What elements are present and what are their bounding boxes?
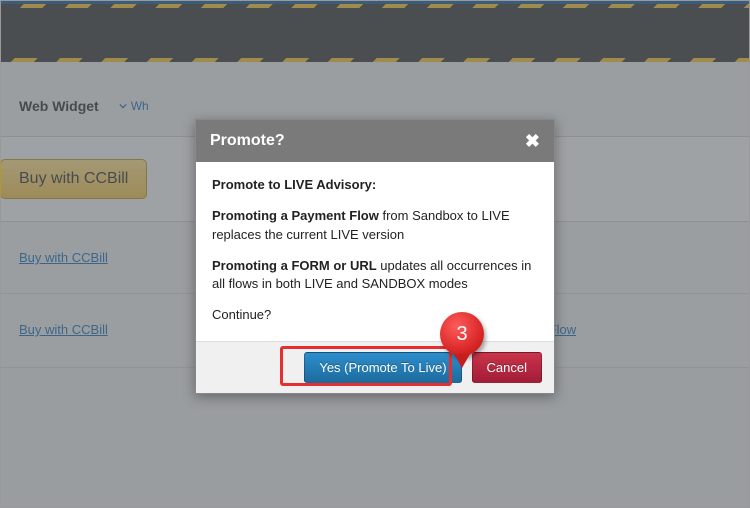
cancel-button[interactable]: Cancel (472, 352, 542, 383)
dialog-title: Promote? (210, 132, 285, 150)
modal-overlay: Promote? ✖ Promote to LIVE Advisory: Pro… (1, 1, 749, 507)
close-icon[interactable]: ✖ (525, 132, 540, 150)
callout-number: 3 (456, 323, 467, 346)
annotation-callout: 3 (440, 312, 484, 356)
advisory-paragraph-2: Promoting a FORM or URL updates all occu… (212, 257, 538, 295)
para1-strong: Promoting a Payment Flow (212, 208, 379, 223)
advisory-paragraph-1: Promoting a Payment Flow from Sandbox to… (212, 207, 538, 245)
advisory-heading: Promote to LIVE Advisory: (212, 177, 376, 192)
confirm-question: Continue? (212, 306, 538, 325)
yes-promote-button[interactable]: Yes (Promote To Live) (304, 352, 461, 383)
dialog-header: Promote? ✖ (196, 120, 554, 162)
dialog-body: Promote to LIVE Advisory: Promoting a Pa… (196, 162, 554, 341)
promote-dialog: Promote? ✖ Promote to LIVE Advisory: Pro… (195, 119, 555, 394)
dialog-footer: Yes (Promote To Live) Cancel (196, 341, 554, 393)
para2-strong: Promoting a FORM or URL (212, 258, 377, 273)
